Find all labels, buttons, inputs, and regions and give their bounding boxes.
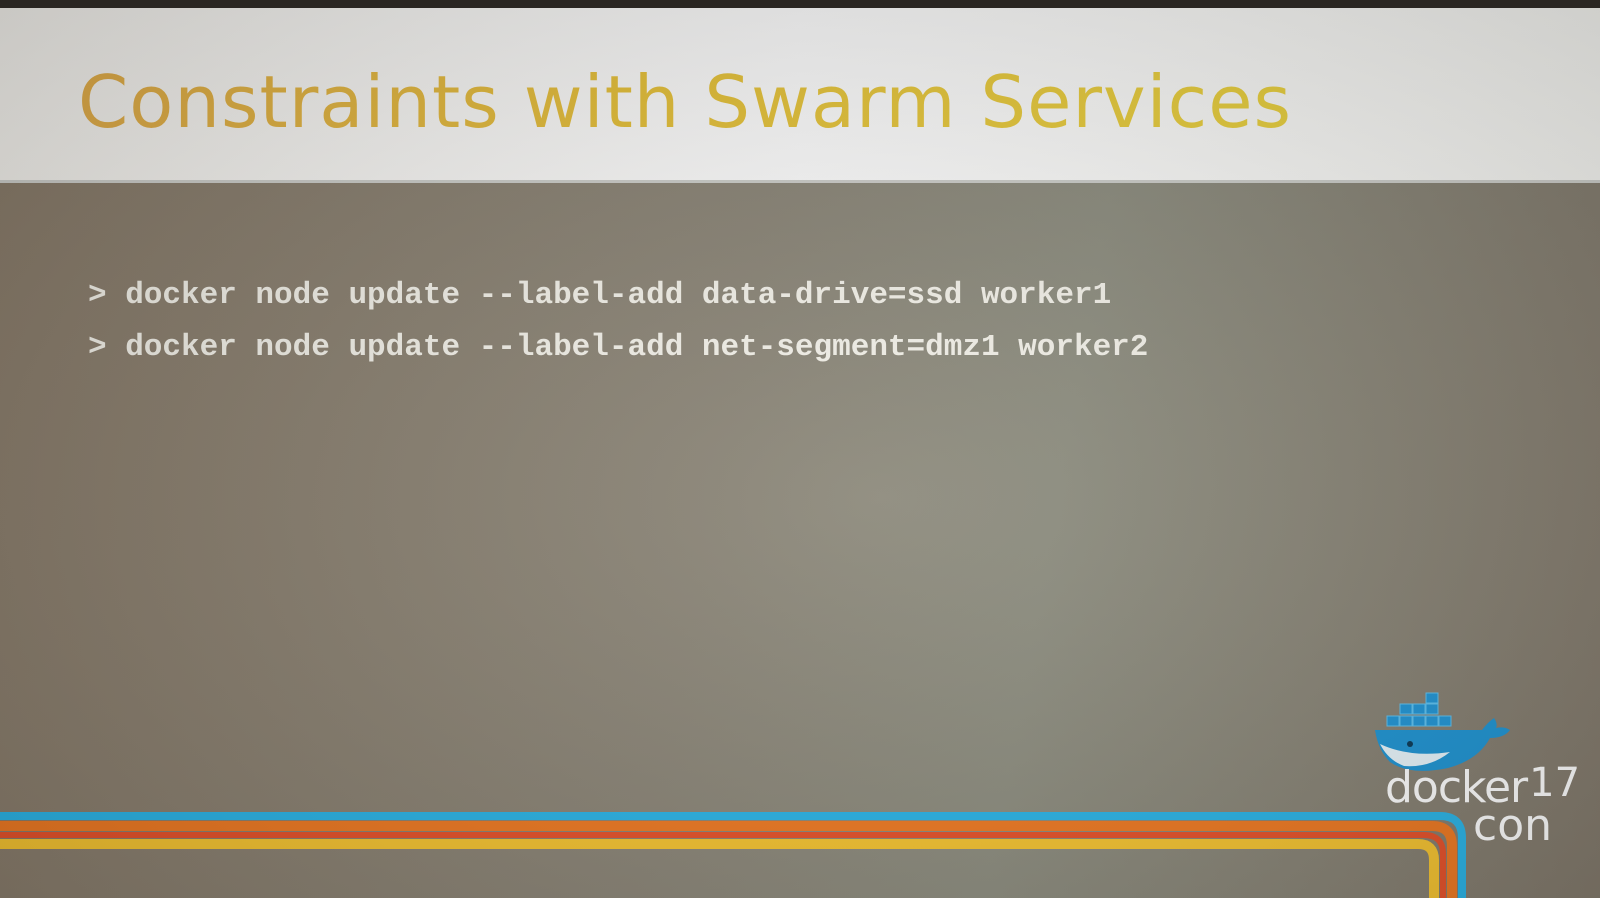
decorative-stripes <box>0 812 1466 898</box>
logo-year: 17 <box>1529 760 1581 806</box>
dockercon-logo: docker17 con <box>1385 763 1580 848</box>
presentation-slide: Constraints with Swarm Services > docker… <box>0 8 1600 898</box>
